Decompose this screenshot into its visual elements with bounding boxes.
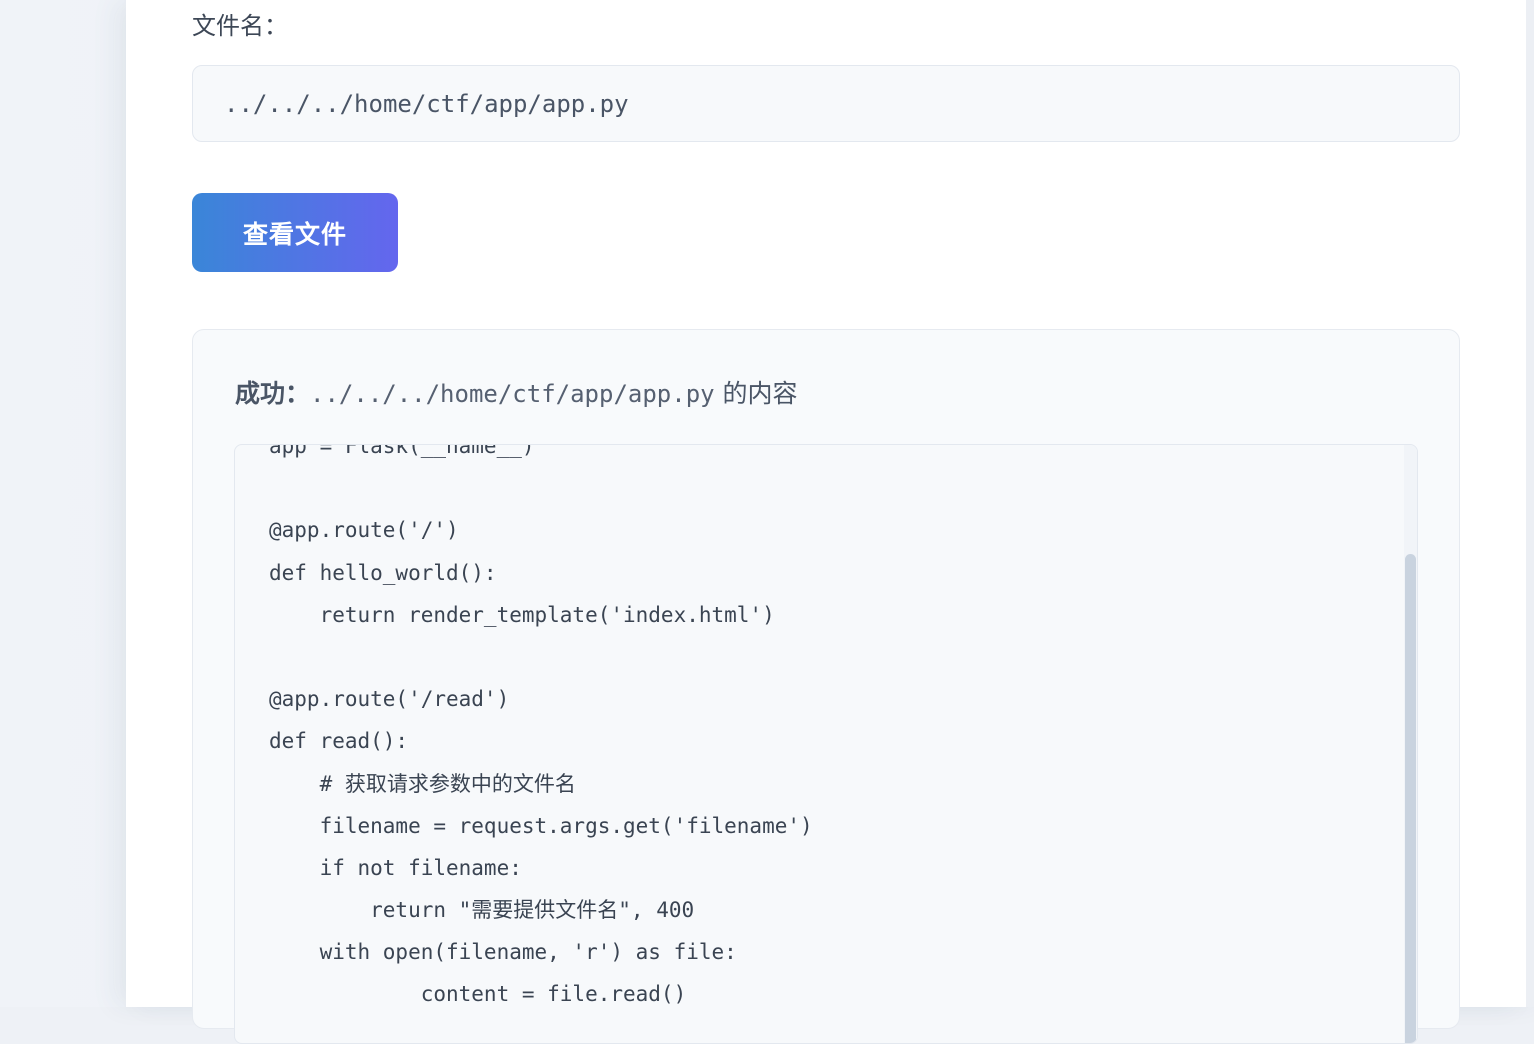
result-path: ../../../home/ctf/app/app.py (310, 380, 715, 408)
result-title: 成功：../../../home/ctf/app/app.py 的内容 (235, 374, 798, 410)
code-line: @app.route('/read') (269, 687, 510, 712)
filename-label: 文件名： (192, 12, 288, 40)
code-block: app = Flask(__name__) @app.route('/') def… (269, 445, 813, 1016)
filename-input[interactable] (192, 65, 1460, 142)
view-file-button[interactable]: 查看文件 (192, 193, 398, 272)
code-line: with open(filename, 'r') as file: (269, 940, 737, 965)
code-line: return "需要提供文件名", 400 (269, 898, 695, 923)
scrollbar-thumb[interactable] (1405, 554, 1416, 1043)
code-line: return render_template('index.html') (269, 602, 775, 627)
window-edge (1526, 0, 1534, 1007)
code-line: content = file.read() (269, 982, 687, 1007)
code-line: if not filename: (269, 855, 522, 880)
code-line: filename = request.args.get('filename') (269, 813, 813, 838)
code-line: @app.route('/') (269, 518, 459, 543)
result-suffix: 的内容 (714, 379, 798, 408)
code-line: # 获取请求参数中的文件名 (269, 771, 576, 796)
code-line: def read(): (269, 729, 409, 754)
code-viewport: app = Flask(__name__) @app.route('/') def… (235, 445, 1405, 1043)
file-content-viewer[interactable]: app = Flask(__name__) @app.route('/') def… (234, 444, 1418, 1044)
code-line: app = Flask(__name__) (269, 445, 535, 458)
code-line: def hello_world(): (269, 560, 497, 585)
result-status: 成功： (235, 379, 311, 408)
scrollbar-track[interactable] (1404, 445, 1417, 1043)
